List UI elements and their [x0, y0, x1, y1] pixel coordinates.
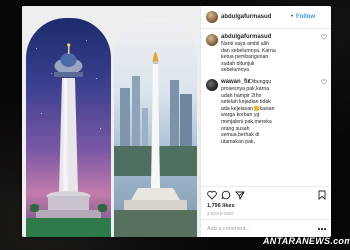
follow-button[interactable]: Follow — [296, 14, 315, 20]
add-comment-bar: Add a comment... — [201, 219, 331, 237]
author-username[interactable]: abdulgafurmasud — [221, 14, 271, 20]
avatar[interactable] — [206, 79, 218, 91]
post-timestamp: 2 DAYS AGO — [207, 211, 234, 216]
post-sidebar: abdulgafurmasud • Follow abdulgafurmasud… — [200, 6, 331, 237]
comment-icon[interactable] — [221, 190, 231, 200]
share-icon[interactable] — [235, 190, 245, 200]
tower-illustration-night — [26, 18, 111, 237]
comment-text: Nanti saya ambil alih dan sebelumnya. Ka… — [221, 41, 276, 74]
add-comment-input[interactable]: Add a comment... — [207, 226, 250, 232]
monas-photo — [114, 18, 197, 237]
comment-text: Dibungqu — [249, 79, 272, 85]
comment-username[interactable]: abdulgafurmasud — [221, 34, 271, 40]
avatar[interactable] — [206, 34, 218, 46]
action-bar — [201, 186, 331, 203]
heart-icon[interactable] — [321, 79, 327, 85]
heart-icon[interactable] — [321, 34, 327, 40]
instagram-post: abdulgafurmasud • Follow abdulgafurmasud… — [22, 6, 331, 237]
heart-icon[interactable] — [207, 190, 217, 200]
post-header: abdulgafurmasud • Follow — [201, 6, 331, 29]
carousel-indicator — [104, 232, 118, 235]
more-options-icon[interactable] — [318, 228, 328, 232]
comment-username[interactable]: wawan_fir — [221, 79, 250, 85]
tower-drawing — [26, 43, 111, 237]
monument-drawing — [114, 52, 197, 237]
like-count[interactable]: 1,796 likes — [207, 203, 235, 209]
post-image[interactable] — [22, 6, 200, 237]
bookmark-icon[interactable] — [317, 190, 327, 200]
watermark: ANTARANEWS.com — [263, 236, 350, 246]
comment-text: prosesnya pak,karna udah hampir 2thn set… — [221, 86, 275, 145]
avatar[interactable] — [206, 11, 218, 23]
